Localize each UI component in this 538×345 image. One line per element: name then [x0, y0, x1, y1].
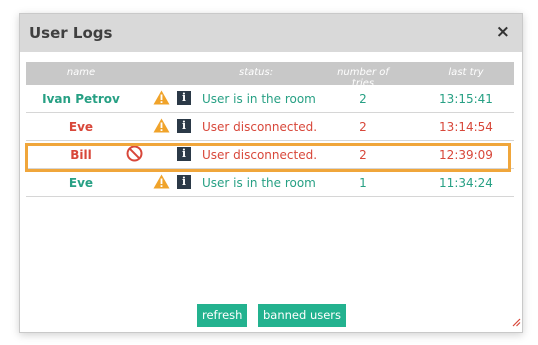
tries-count: 2	[359, 120, 367, 134]
table-row[interactable]: Ivan Petrov i User is in the room 2 13:1…	[26, 85, 514, 113]
info-icon[interactable]: i	[177, 119, 191, 133]
warning-icon	[153, 118, 170, 136]
table-row[interactable]: Eve i User is in the room 1 11:34:24	[26, 169, 514, 197]
user-name: Eve	[68, 176, 94, 190]
header-status: status:	[239, 67, 274, 78]
table-row[interactable]: Eve i User disconnected. 2 13:14:54	[26, 113, 514, 141]
user-logs-dialog: User Logs × name status: number of tries…	[19, 13, 523, 333]
last-try-time: 11:34:24	[439, 176, 493, 190]
tries-count: 2	[359, 92, 367, 106]
header-last-try: last try	[448, 67, 484, 78]
tries-count: 1	[359, 176, 367, 190]
logs-table: name status: number of tries last try Iv…	[26, 62, 514, 197]
status-text: User disconnected.	[202, 120, 318, 134]
banned-users-button[interactable]: banned users	[258, 304, 347, 327]
close-icon[interactable]: ×	[496, 22, 510, 42]
refresh-button[interactable]: refresh	[197, 304, 248, 327]
user-name: Ivan Petrov	[42, 92, 120, 106]
info-icon[interactable]: i	[177, 175, 191, 189]
resize-handle-icon[interactable]	[511, 312, 521, 331]
info-icon[interactable]: i	[177, 91, 191, 105]
user-name: Eve	[68, 120, 94, 134]
status-text: User is in the room	[202, 92, 316, 106]
titlebar: User Logs ×	[20, 14, 522, 52]
last-try-time: 13:14:54	[439, 120, 493, 134]
warning-icon	[153, 174, 170, 192]
last-try-time: 13:15:41	[439, 92, 493, 106]
header-name: name	[66, 67, 96, 78]
warning-icon	[153, 90, 170, 108]
status-text: User is in the room	[202, 176, 316, 190]
dialog-title: User Logs	[29, 24, 113, 42]
table-header: name status: number of tries last try	[26, 62, 514, 89]
selected-row-highlight	[25, 143, 511, 172]
